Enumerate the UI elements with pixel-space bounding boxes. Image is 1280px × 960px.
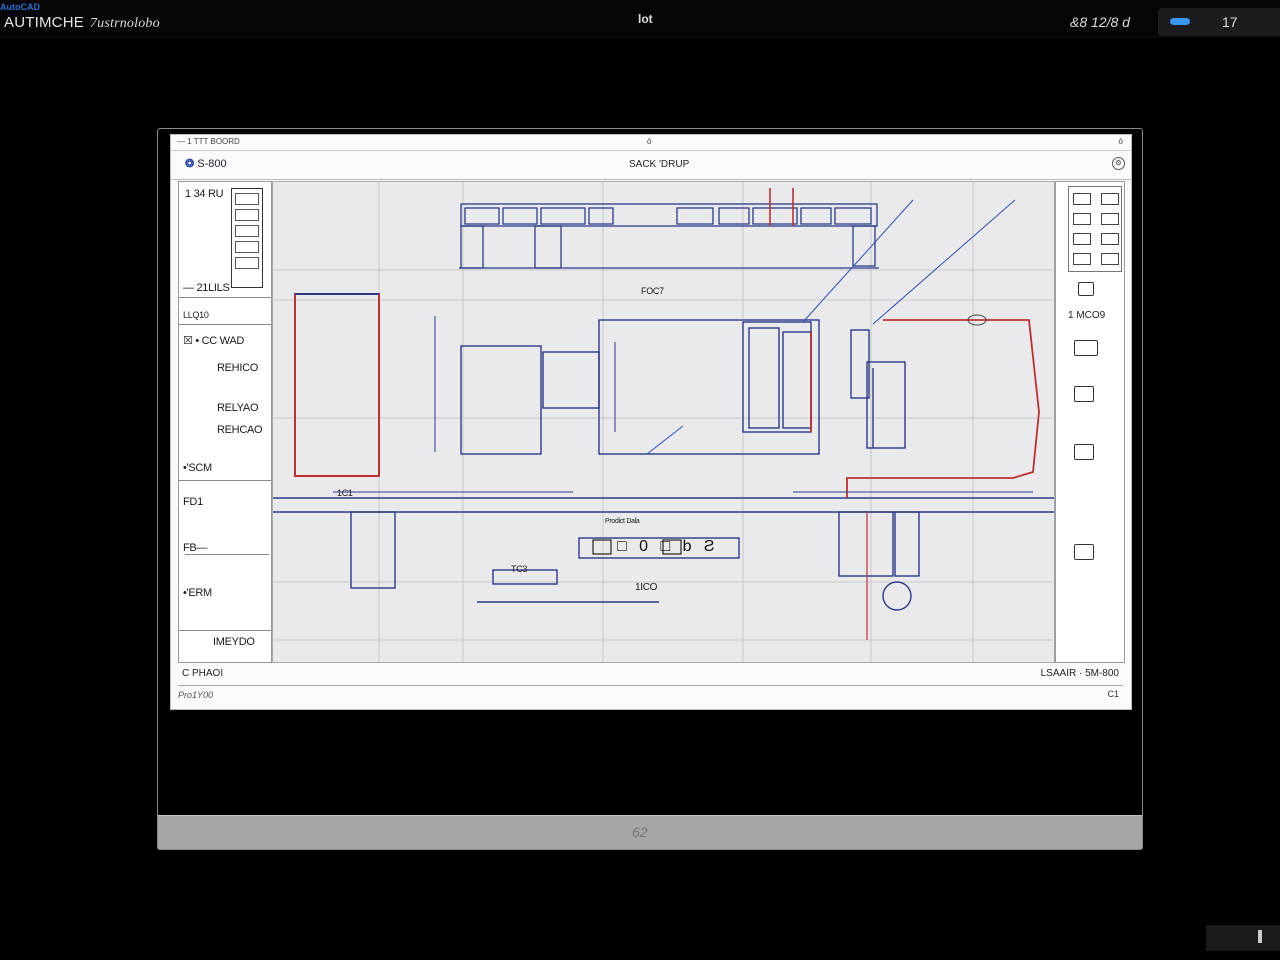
drawing-title: SACK 'DRUP (629, 159, 690, 170)
dimension-label-2: 1C1 (337, 488, 353, 498)
tool-icon[interactable] (1073, 213, 1091, 225)
divider (179, 480, 271, 481)
dimension-label-1: FOC7 (641, 286, 664, 296)
left-label-9[interactable]: FB— (183, 542, 207, 554)
left-palette-header: 1 34 RU (185, 188, 224, 200)
app-title: AUTIMCHE 7ustrnolobo (4, 14, 160, 32)
tool-icon[interactable] (1101, 193, 1119, 205)
left-label-1[interactable]: — 21LILS (183, 282, 230, 294)
cad-topline-center: ō (647, 137, 652, 146)
tool-icon[interactable] (1101, 213, 1119, 225)
left-label-7[interactable]: •'SCM (183, 462, 212, 474)
handle-icon (1258, 930, 1262, 943)
tool-grid (1068, 186, 1122, 272)
window-controls: 17 (1158, 8, 1280, 36)
left-label-11[interactable]: IMEYDO (213, 636, 255, 648)
divider (179, 324, 271, 325)
cad-window: — 1 TTT BOORD ō ō ❂ S-800 SACK 'DRUP ⚙ 1… (170, 134, 1132, 710)
right-palette: 1 MCO9 (1055, 181, 1125, 663)
cad-topline: — 1 TTT BOORD ō ō (171, 135, 1131, 151)
cad-topline-right[interactable]: ō (1119, 137, 1123, 146)
floor-plan-drawing (273, 182, 1054, 662)
tool-icon[interactable] (1101, 233, 1119, 245)
cad-logo-text: S-800 (197, 158, 227, 170)
status-icons: &8 12/8 d (1070, 14, 1130, 30)
divider (179, 297, 271, 298)
command-line[interactable]: Pro1Y00 C1 (178, 686, 1123, 706)
right-palette-label: 1 MCO9 (1068, 310, 1106, 321)
tool-icon[interactable] (1073, 193, 1091, 205)
frame-footer: 62 (158, 815, 1142, 849)
status-right: LSAAIR · 5M-800 (1040, 668, 1119, 679)
command-prompt[interactable]: Pro1Y00 (178, 690, 213, 700)
left-label-6[interactable]: REHCAO (217, 424, 263, 436)
app-subtitle: 7ustrnolobo (89, 16, 160, 31)
left-label-4[interactable]: REHICO (217, 362, 258, 374)
view-icon[interactable] (1074, 544, 1094, 560)
window-control-label[interactable]: 17 (1222, 14, 1238, 30)
dimension-label-3: TC3 (511, 564, 528, 574)
corner-control[interactable] (1206, 925, 1280, 951)
page-number: 62 (632, 824, 648, 840)
top-bar: AutoCAD AUTIMCHE 7ustrnolobo lot &8 12/8 … (0, 0, 1280, 37)
divider (179, 630, 271, 631)
block-annotation: □ 0 □ b Ƨ (617, 538, 719, 555)
preview-frame: — 1 TTT BOORD ō ō ❂ S-800 SACK 'DRUP ⚙ 1… (157, 128, 1143, 850)
cad-logo: ❂ S-800 (185, 157, 227, 170)
tool-icon[interactable] (1073, 233, 1091, 245)
left-label-8[interactable]: FD1 (183, 496, 203, 508)
cad-header: ❂ S-800 SACK 'DRUP ⚙ (171, 151, 1131, 180)
layer-icon[interactable] (1078, 282, 1094, 296)
left-label-5[interactable]: RELYAO (217, 402, 259, 414)
divider (185, 554, 269, 555)
left-palette: 1 34 RU — 21LILS LLQ10 ☒ • CC WAD REHICO… (178, 181, 272, 663)
status-left: C PHAOI (182, 668, 224, 679)
tool-icon[interactable] (1073, 253, 1091, 265)
insert-icon[interactable] (1074, 444, 1094, 460)
left-label-2: LLQ10 (183, 310, 209, 320)
properties-icon[interactable] (1074, 340, 1098, 356)
frame-icon[interactable] (1074, 386, 1094, 402)
tool-icon[interactable] (1101, 253, 1119, 265)
logo-icon: ❂ (185, 158, 195, 170)
settings-icon[interactable]: ⚙ (1112, 157, 1125, 170)
app-title-text: AUTIMCHE (4, 14, 84, 31)
brand-badge: AutoCAD (0, 2, 40, 12)
dimension-label-5: 1ICO (635, 582, 658, 593)
cad-topline-left: — 1 TTT BOORD (177, 137, 240, 146)
center-glyph: lot (638, 12, 653, 26)
toggle-pill[interactable] (1170, 18, 1190, 25)
dimension-label-4: Prodict Dala (605, 518, 640, 525)
command-right[interactable]: C1 (1107, 689, 1119, 699)
left-label-10[interactable]: •'ERM (183, 587, 212, 599)
block-thumbnail[interactable] (231, 188, 263, 288)
cad-status-bar: C PHAOI LSAAIR · 5M-800 (178, 663, 1123, 686)
left-label-3[interactable]: ☒ • CC WAD (183, 334, 244, 347)
drawing-canvas[interactable]: FOC7 1C1 TC3 Prodict Dala 1ICO □ 0 □ b Ƨ (272, 181, 1055, 663)
